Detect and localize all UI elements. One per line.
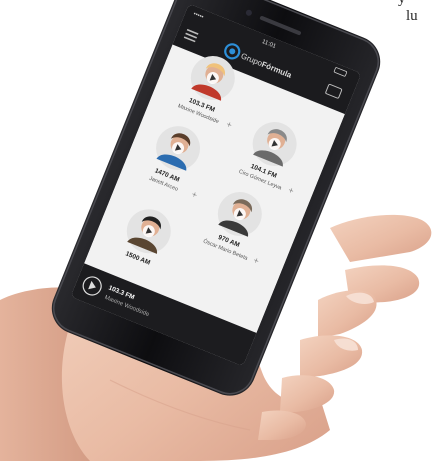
ring-finger [280, 375, 335, 412]
phone-in-hand-photo: ••••• 11:01 GrupoFórmula 103.3 FMMaxine … [0, 0, 432, 461]
back-finger-1 [330, 214, 432, 262]
